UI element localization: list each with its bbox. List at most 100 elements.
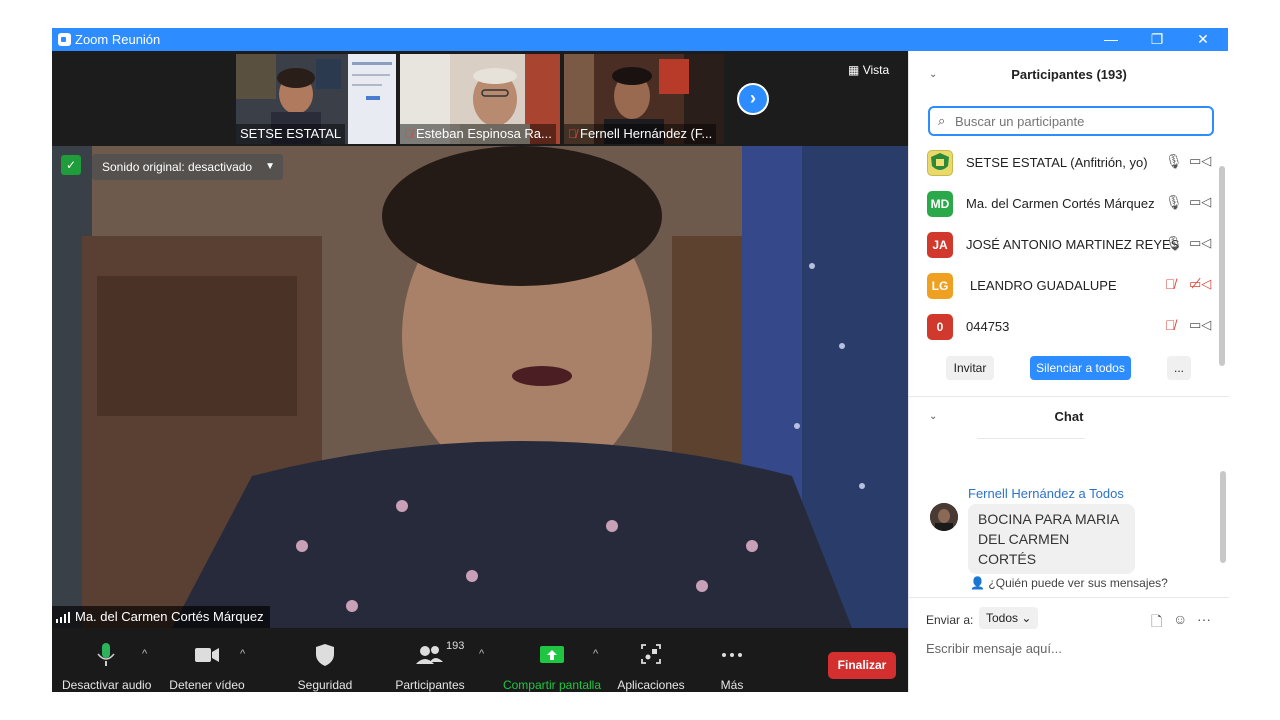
thumbnail-video[interactable]: SETSE ESTATAL — [236, 54, 396, 144]
share-options-caret[interactable]: ^ — [593, 648, 598, 660]
zoom-app-icon — [58, 33, 71, 46]
microphone-icon[interactable]: 🎙 — [1165, 153, 1183, 170]
share-screen-icon — [540, 646, 564, 663]
invite-button[interactable]: Invitar — [946, 356, 994, 380]
thumbnail-strip: SETSE ESTATAL 🎙̸Esteban Espinosa Ra... — [52, 51, 908, 146]
participant-avatar: MD — [927, 191, 953, 217]
video-area: SETSE ESTATAL 🎙̸Esteban Espinosa Ra... — [52, 51, 908, 628]
video-options-caret[interactable]: ^ — [240, 648, 245, 660]
thumbnail-video[interactable]: 🎙̸ Esteban Espinosa Ra... — [400, 54, 560, 144]
more-options-button[interactable]: ... — [1167, 356, 1191, 380]
chat-input-divider — [909, 597, 1229, 598]
participant-avatar — [927, 150, 953, 176]
stop-video-button[interactable]: Detener vídeo — [164, 642, 250, 692]
participant-name: Ma. del Carmen Cortés Márquez — [966, 196, 1155, 211]
more-horizontal-icon[interactable]: ··· — [1197, 611, 1211, 627]
grid-icon: ▦ — [848, 63, 860, 77]
microphone-icon — [97, 643, 115, 666]
audio-options-caret[interactable]: ^ — [142, 648, 147, 660]
video-camera-icon[interactable]: ▭◁ — [1189, 194, 1211, 210]
mute-audio-button[interactable]: Desactivar audio — [62, 642, 151, 692]
chat-panel-title: Chat — [1054, 409, 1084, 424]
panel-divider — [909, 396, 1229, 397]
more-button[interactable]: Más — [712, 642, 752, 692]
security-button[interactable]: Seguridad — [292, 642, 358, 692]
chat-sender-avatar — [930, 503, 958, 531]
share-screen-button[interactable]: Compartir pantalla — [500, 642, 604, 692]
meeting-toolbar: Desactivar audio ^ Detener vídeo ^ Segur… — [52, 628, 908, 692]
participant-name: SETSE ESTATAL (Anfitrión, yo) — [966, 155, 1148, 170]
who-can-see-messages[interactable]: 👤 ¿Quién puede ver sus mensajes? — [909, 576, 1229, 590]
chat-scrollbar[interactable] — [1220, 471, 1226, 563]
video-off-icon[interactable]: ▭̸◁ — [1189, 276, 1211, 292]
window-title: Zoom Reunión — [75, 32, 161, 47]
video-camera-icon[interactable]: ▭◁ — [1189, 317, 1211, 333]
more-dots-icon — [722, 653, 742, 657]
microphone-icon[interactable]: 🎙 — [1165, 235, 1183, 252]
mute-all-button[interactable]: Silenciar a todos — [1030, 356, 1131, 380]
file-icon[interactable]: 🗋 — [1151, 611, 1162, 635]
next-page-button[interactable]: › — [737, 83, 769, 115]
participant-name: JOSÉ ANTONIO MARTINEZ REYES — [966, 237, 1180, 252]
video-camera-icon[interactable]: ▭◁ — [1189, 235, 1211, 251]
chat-message-input[interactable] — [926, 641, 1216, 656]
microphone-muted-icon[interactable]: 🎙̸ — [1165, 317, 1176, 333]
original-sound-toggle[interactable]: Sonido original: desactivado ▼ — [92, 154, 283, 180]
microphone-icon[interactable]: 🎙 — [1165, 194, 1183, 211]
microphone-muted-icon[interactable]: 🎙̸ — [1165, 276, 1176, 292]
participant-list: SETSE ESTATAL (Anfitrión, yo) 🎙 ▭◁ MD Ma… — [909, 143, 1219, 348]
thumbnail-video[interactable]: 🎙̸ Fernell Hernández (F... — [564, 54, 724, 144]
participants-panel-title: Participantes (193) — [1011, 67, 1127, 82]
close-button[interactable]: ✕ — [1180, 28, 1226, 51]
participants-scrollbar[interactable] — [1219, 166, 1225, 366]
chat-message: BOCINA PARA MARIA DEL CARMEN CORTÉS — [968, 504, 1135, 574]
signal-strength-icon — [56, 612, 70, 624]
speaker-video-image — [52, 146, 908, 628]
video-camera-icon — [195, 648, 219, 662]
caret-down-icon[interactable]: ▼ — [265, 154, 275, 180]
shield-check-icon[interactable]: ✓ — [61, 155, 81, 175]
participant-avatar: LG — [927, 273, 953, 299]
chevron-right-icon: › — [750, 88, 756, 108]
participant-avatar: JA — [927, 232, 953, 258]
mic-muted-icon: 🎙̸ — [404, 127, 413, 141]
participant-search-input[interactable] — [955, 112, 1205, 130]
end-meeting-button[interactable]: Finalizar — [828, 652, 896, 679]
speaker-name-label: Ma. del Carmen Cortés Márquez — [52, 606, 270, 628]
participant-avatar: 0 — [927, 314, 953, 340]
participant-search-box[interactable]: ⌕ — [928, 106, 1214, 136]
participant-row[interactable]: 0 044753 🎙̸ ▭◁ — [909, 307, 1219, 348]
side-panel: ⌄ Participantes (193) ⌕ SETSE ESTATAL (A… — [908, 51, 1229, 692]
participant-row[interactable]: JA JOSÉ ANTONIO MARTINEZ REYES 🎙 ▭◁ — [909, 225, 1219, 266]
thumbnail-name: 🎙̸ Fernell Hernández (F... — [564, 124, 717, 144]
shield-icon — [316, 644, 334, 666]
zoom-window: Zoom Reunión — ❐ ✕ SETSE ESTATAL 🎙̸ Este… — [52, 28, 1229, 692]
thumbnail-name: SETSE ESTATAL — [236, 124, 346, 144]
organization-logo-icon — [931, 153, 949, 170]
participant-name: LEANDRO GUADALUPE — [970, 278, 1117, 293]
restore-button[interactable]: ❐ — [1134, 28, 1180, 51]
search-icon: ⌕ — [938, 113, 946, 128]
apps-icon — [641, 644, 661, 664]
view-button[interactable]: ▦ Vista — [848, 63, 889, 77]
avatar-image — [930, 503, 958, 531]
participant-row[interactable]: LG LEANDRO GUADALUPE 🎙̸ ▭̸◁ — [909, 266, 1219, 307]
chat-divider — [977, 438, 1085, 439]
chat-sender[interactable]: Fernell Hernández a Todos — [968, 486, 1124, 501]
participant-row[interactable]: SETSE ESTATAL (Anfitrión, yo) 🎙 ▭◁ — [909, 143, 1219, 184]
emoji-icon[interactable]: ☺ — [1173, 611, 1187, 627]
active-speaker-video: ✓ Sonido original: desactivado ▼ Ma. del… — [52, 146, 908, 628]
participant-name: 044753 — [966, 319, 1010, 334]
apps-button[interactable]: Aplicaciones — [615, 642, 687, 692]
chevron-down-icon: ⌄ — [1021, 611, 1032, 625]
send-to-dropdown[interactable]: Todos ⌄ — [979, 607, 1039, 629]
title-bar: Zoom Reunión — ❐ ✕ — [52, 28, 1228, 51]
person-lock-icon: 👤 — [970, 576, 986, 590]
participants-count: 193 — [446, 640, 465, 652]
participants-options-caret[interactable]: ^ — [479, 648, 484, 660]
minimize-button[interactable]: — — [1088, 28, 1134, 51]
mic-muted-icon: 🎙̸ — [568, 127, 577, 141]
video-camera-icon[interactable]: ▭◁ — [1189, 153, 1211, 169]
participant-row[interactable]: MD Ma. del Carmen Cortés Márquez 🎙 ▭◁ — [909, 184, 1219, 225]
participants-icon — [416, 646, 443, 664]
